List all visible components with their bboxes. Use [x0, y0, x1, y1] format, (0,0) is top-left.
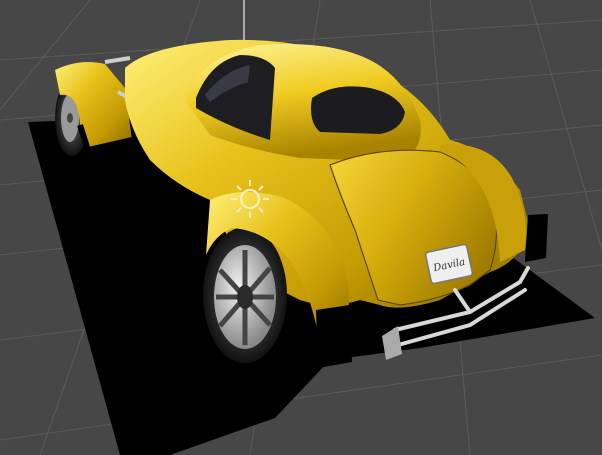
rear-right-mudflap — [525, 214, 548, 262]
scene-canvas[interactable]: Davila — [0, 0, 602, 455]
scene-viewport[interactable]: Davila — [0, 0, 602, 455]
rear-near-wheel — [203, 227, 287, 363]
rear-near-mudflap — [316, 305, 352, 368]
